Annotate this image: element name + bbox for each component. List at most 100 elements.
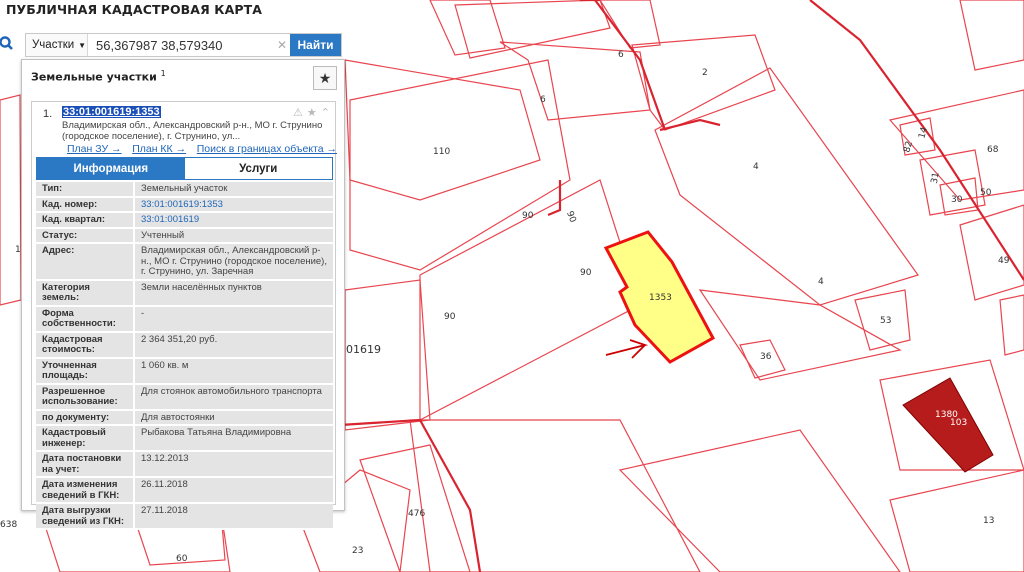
star-icon: ★ xyxy=(318,69,332,86)
info-row: по документу: Для автостоянки xyxy=(36,410,333,426)
info-value: - xyxy=(133,306,333,333)
info-key: Кадастровая стоимость: xyxy=(36,332,133,359)
info-row: Дата изменения сведений в ГКН: 26.11.2018 xyxy=(36,478,333,504)
info-value: 1 060 кв. м xyxy=(133,358,333,385)
map-label: 90 xyxy=(522,211,534,221)
result-index: 1. xyxy=(43,108,53,120)
info-value: 26.11.2018 xyxy=(133,478,333,504)
favorites-button[interactable]: ★ xyxy=(313,66,337,90)
info-key: Дата выгрузки сведений из ГКН: xyxy=(36,504,133,530)
info-row: Адрес: Владимирская обл., Александровский… xyxy=(36,244,333,281)
map-label: 1353 xyxy=(649,293,672,303)
map-label: 6 xyxy=(540,95,546,105)
info-key: Кад. номер: xyxy=(36,197,133,213)
info-value: Для автостоянки xyxy=(133,410,333,426)
search-icon[interactable] xyxy=(0,34,16,54)
map-label: 36 xyxy=(760,352,772,362)
search-in-bounds-link[interactable]: Поиск в границах объекта → xyxy=(197,143,337,155)
info-key: Статус: xyxy=(36,228,133,244)
info-value: 2 364 351,20 руб. xyxy=(133,332,333,359)
info-table: Тип: Земельный участок Кад. номер: 33:01:00… xyxy=(36,182,333,530)
info-value: Учтенный xyxy=(133,228,333,244)
info-row: Дата выгрузки сведений из ГКН: 27.11.2018 xyxy=(36,504,333,530)
info-value: 27.11.2018 xyxy=(133,504,333,530)
map-label: 49 xyxy=(998,256,1010,266)
info-value: Для стоянок автомобильного транспорта xyxy=(133,384,333,411)
info-key: Кадастровый инженер: xyxy=(36,426,133,452)
map-label: 90 xyxy=(444,312,456,322)
info-key: Уточненная площадь: xyxy=(36,358,133,385)
info-key: Разрешенное использование: xyxy=(36,384,133,411)
search-input[interactable] xyxy=(88,34,274,56)
map-label: 4 xyxy=(818,277,824,287)
map-label: 53 xyxy=(880,316,892,326)
info-key: Кад. квартал: xyxy=(36,213,133,229)
results-panel: Земельные участки 1 ★ 1. 33:01:001619:13… xyxy=(21,59,345,530)
result-links: План ЗУ → План КК → Поиск в границах объ… xyxy=(67,143,337,155)
search-bar: Участки ▼ ✕ Найти xyxy=(25,33,342,57)
info-value: 13.12.2013 xyxy=(133,452,333,478)
map-label: 01619 xyxy=(346,343,381,356)
map-label: 31 xyxy=(929,171,942,185)
info-key: Категория земель: xyxy=(36,280,133,307)
info-value[interactable]: 33:01:001619 xyxy=(133,213,333,229)
info-key: Дата постановки на учет: xyxy=(36,452,133,478)
map-label: 30 xyxy=(951,195,963,205)
info-value[interactable]: 33:01:001619:1353 xyxy=(133,197,333,213)
building-103 xyxy=(902,377,994,473)
results-count: 1 xyxy=(160,69,166,78)
result-card: 1. 33:01:001619:1353 ⚠ ★ ⌃ Владимирская … xyxy=(31,101,337,530)
annotation-arrow xyxy=(605,339,649,359)
map-label: 50 xyxy=(980,188,992,198)
info-key: Форма собственности: xyxy=(36,306,133,333)
result-address: Владимирская обл., Александровский р-н.,… xyxy=(62,120,323,142)
map-label: 6 xyxy=(618,50,624,60)
star-icon[interactable]: ★ xyxy=(307,106,317,119)
collapse-icon[interactable]: ⌃ xyxy=(321,106,330,119)
info-row: Разрешенное использование: Для стоянок ав… xyxy=(36,384,333,411)
info-row: Кадастровая стоимость: 2 364 351,20 руб. xyxy=(36,332,333,359)
info-key: Дата изменения сведений в ГКН: xyxy=(36,478,133,504)
info-key: по документу: xyxy=(36,410,133,426)
info-value: Владимирская обл., Александровский р-н.,… xyxy=(133,244,333,281)
result-tools: ⚠ ★ ⌃ xyxy=(293,106,330,119)
result-tabs: Информация Услуги xyxy=(36,157,333,180)
tab-info[interactable]: Информация xyxy=(37,158,185,179)
plan-kk-link[interactable]: План КК → xyxy=(132,143,186,155)
info-row: Форма собственности: - xyxy=(36,306,333,333)
panel-title-text: Земельные участки xyxy=(31,70,157,84)
tab-services[interactable]: Услуги xyxy=(184,158,332,179)
map-label: 1380 xyxy=(935,410,958,420)
map-label: 90 xyxy=(580,268,592,278)
info-value: Земли населённых пунктов xyxy=(133,280,333,307)
warning-icon[interactable]: ⚠ xyxy=(293,106,303,119)
map-label: 13 xyxy=(983,516,995,526)
info-row: Уточненная площадь: 1 060 кв. м xyxy=(36,358,333,385)
info-value: Земельный участок xyxy=(133,182,333,198)
info-row: Кад. квартал: 33:01:001619 xyxy=(36,213,333,229)
plan-zu-link[interactable]: План ЗУ → xyxy=(67,143,122,155)
map-label: 60 xyxy=(176,554,188,564)
info-row: Тип: Земельный участок xyxy=(36,182,333,198)
search-type-label: Участки xyxy=(32,39,75,51)
search-type-dropdown[interactable]: Участки ▼ xyxy=(26,34,88,56)
info-key: Тип: xyxy=(36,182,133,198)
caret-down-icon: ▼ xyxy=(78,40,87,50)
map-label: 23 xyxy=(352,546,364,556)
info-key: Адрес: xyxy=(36,244,133,281)
panel-title: Земельные участки 1 xyxy=(31,69,166,84)
map-label: 638 xyxy=(0,520,18,530)
info-row: Кад. номер: 33:01:001619:1353 xyxy=(36,197,333,213)
find-button[interactable]: Найти xyxy=(290,34,341,56)
info-row: Категория земель: Земли населённых пункто… xyxy=(36,280,333,307)
info-row: Кадастровый инженер: Рыбакова Татьяна Вла… xyxy=(36,426,333,452)
clear-icon[interactable]: ✕ xyxy=(274,34,290,56)
map-label: 68 xyxy=(987,145,999,155)
app-title: ПУБЛИЧНАЯ КАДАСТРОВАЯ КАРТА xyxy=(6,2,263,17)
info-row: Статус: Учтенный xyxy=(36,228,333,244)
info-value: Рыбакова Татьяна Владимировна xyxy=(133,426,333,452)
map-label: 4 xyxy=(753,162,759,172)
map-label: 2 xyxy=(702,68,708,78)
result-cad-number[interactable]: 33:01:001619:1353 xyxy=(62,106,161,118)
map-label: 110 xyxy=(433,147,451,157)
